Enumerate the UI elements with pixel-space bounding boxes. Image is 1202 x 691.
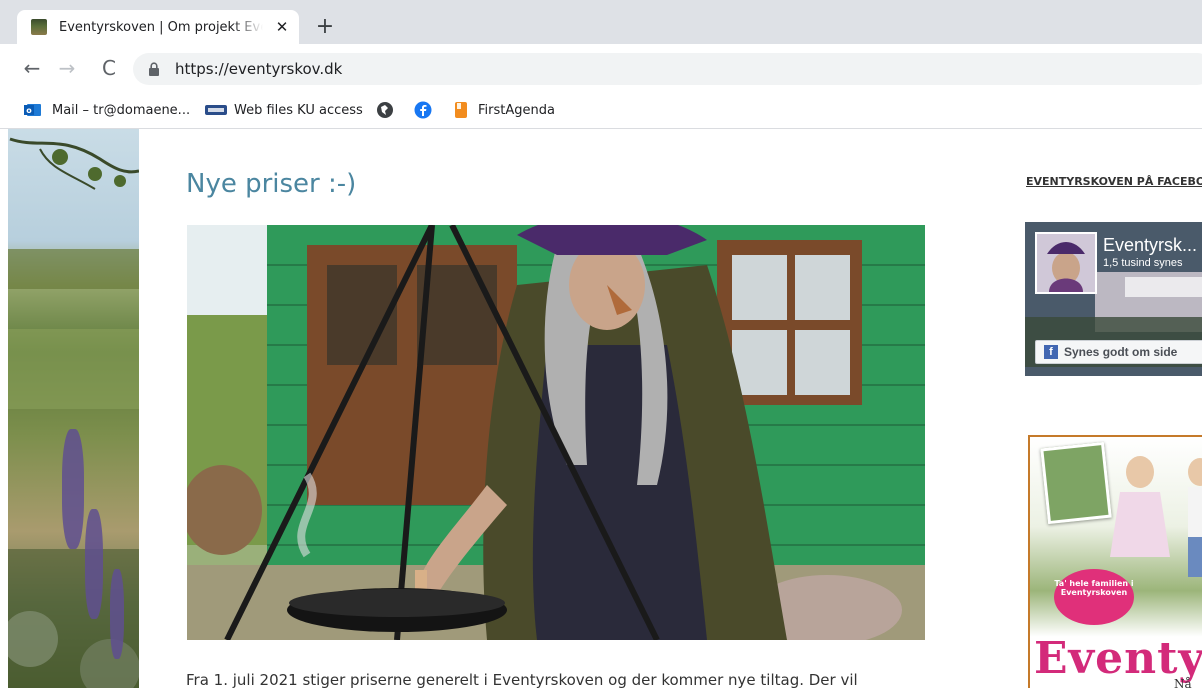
bookmark-firstagenda[interactable]: FirstAgenda bbox=[478, 101, 555, 121]
tab-strip: Eventyrskoven | Om projekt Eventyrskoven… bbox=[0, 0, 1202, 44]
bookmark-mail[interactable]: Mail – tr@domaene... bbox=[52, 101, 190, 121]
lavender-flower bbox=[85, 509, 103, 619]
url-text[interactable]: https://eventyrskov.dk bbox=[175, 59, 342, 79]
like-button-label: Synes godt om side bbox=[1064, 345, 1178, 359]
svg-text:o: o bbox=[26, 106, 32, 115]
facebook-page-name[interactable]: Eventyrsk... bbox=[1103, 234, 1197, 256]
new-tab-button[interactable]: + bbox=[313, 16, 337, 40]
facebook-icon[interactable] bbox=[414, 101, 432, 119]
lock-icon bbox=[149, 62, 159, 76]
post-title[interactable]: Nye priser :-) bbox=[186, 166, 686, 202]
background-nature-image bbox=[0, 129, 139, 688]
witch-scene-illustration bbox=[187, 225, 925, 640]
page-edge bbox=[0, 129, 8, 688]
lavender-flower bbox=[62, 429, 84, 549]
back-icon[interactable]: ← bbox=[20, 56, 44, 80]
browser-toolbar: ← → C https://eventyrskov.dk bbox=[0, 44, 1202, 94]
sidebar: EVENTYRSKOVEN PÅ FACEBOOK Eventyrsk... 1… bbox=[1000, 129, 1202, 688]
webfiles-icon bbox=[205, 105, 227, 115]
site-favicon-icon bbox=[31, 19, 47, 35]
ad-subtitle: Nå bbox=[1174, 677, 1192, 688]
bookmark-webfiles[interactable]: Web files KU access bbox=[234, 101, 363, 121]
address-bar[interactable]: https://eventyrskov.dk bbox=[133, 53, 1202, 85]
main-content: Nye priser :-) Fra 1. juli 2021 stiger p… bbox=[139, 129, 999, 689]
browser-tab[interactable]: Eventyrskoven | Om projekt Eventyrskoven… bbox=[17, 10, 299, 44]
facebook-widget-title[interactable]: EVENTYRSKOVEN PÅ FACEBOOK bbox=[1026, 173, 1202, 191]
facebook-page-avatar[interactable] bbox=[1035, 232, 1097, 294]
bookmarks-bar: o Mail – tr@domaene... Web files KU acce… bbox=[0, 94, 1202, 129]
eventyrskoven-ad-banner[interactable]: Ta' hele familien i Eventyrskoven Eventy… bbox=[1028, 435, 1202, 688]
web-page: Nye priser :-) Fra 1. juli 2021 stiger p… bbox=[0, 129, 1202, 689]
facebook-page-plugin[interactable]: Eventyrsk... 1,5 tusind synes f Synes go… bbox=[1025, 222, 1202, 376]
lavender-flower bbox=[110, 569, 124, 659]
close-tab-icon[interactable]: ✕ bbox=[273, 18, 291, 36]
facebook-f-icon: f bbox=[1044, 345, 1058, 359]
outlook-icon: o bbox=[24, 104, 41, 116]
forward-icon[interactable]: → bbox=[55, 56, 79, 80]
reload-icon[interactable]: C bbox=[97, 56, 121, 80]
facebook-like-count: 1,5 tusind synes bbox=[1103, 257, 1183, 269]
post-image-witch-cauldron[interactable] bbox=[187, 225, 925, 640]
facebook-like-button[interactable]: f Synes godt om side bbox=[1035, 340, 1202, 364]
ad-children-illustration bbox=[1110, 456, 1202, 577]
witch-avatar-icon bbox=[1037, 234, 1095, 292]
tab-title: Eventyrskoven | Om projekt Eventyrskoven bbox=[59, 20, 263, 35]
globe-icon[interactable] bbox=[376, 101, 394, 119]
ad-badge: Ta' hele familien i Eventyrskoven bbox=[1054, 569, 1134, 625]
ad-logo-text: Eventyrs bbox=[1034, 633, 1202, 684]
firstagenda-icon bbox=[455, 102, 467, 118]
